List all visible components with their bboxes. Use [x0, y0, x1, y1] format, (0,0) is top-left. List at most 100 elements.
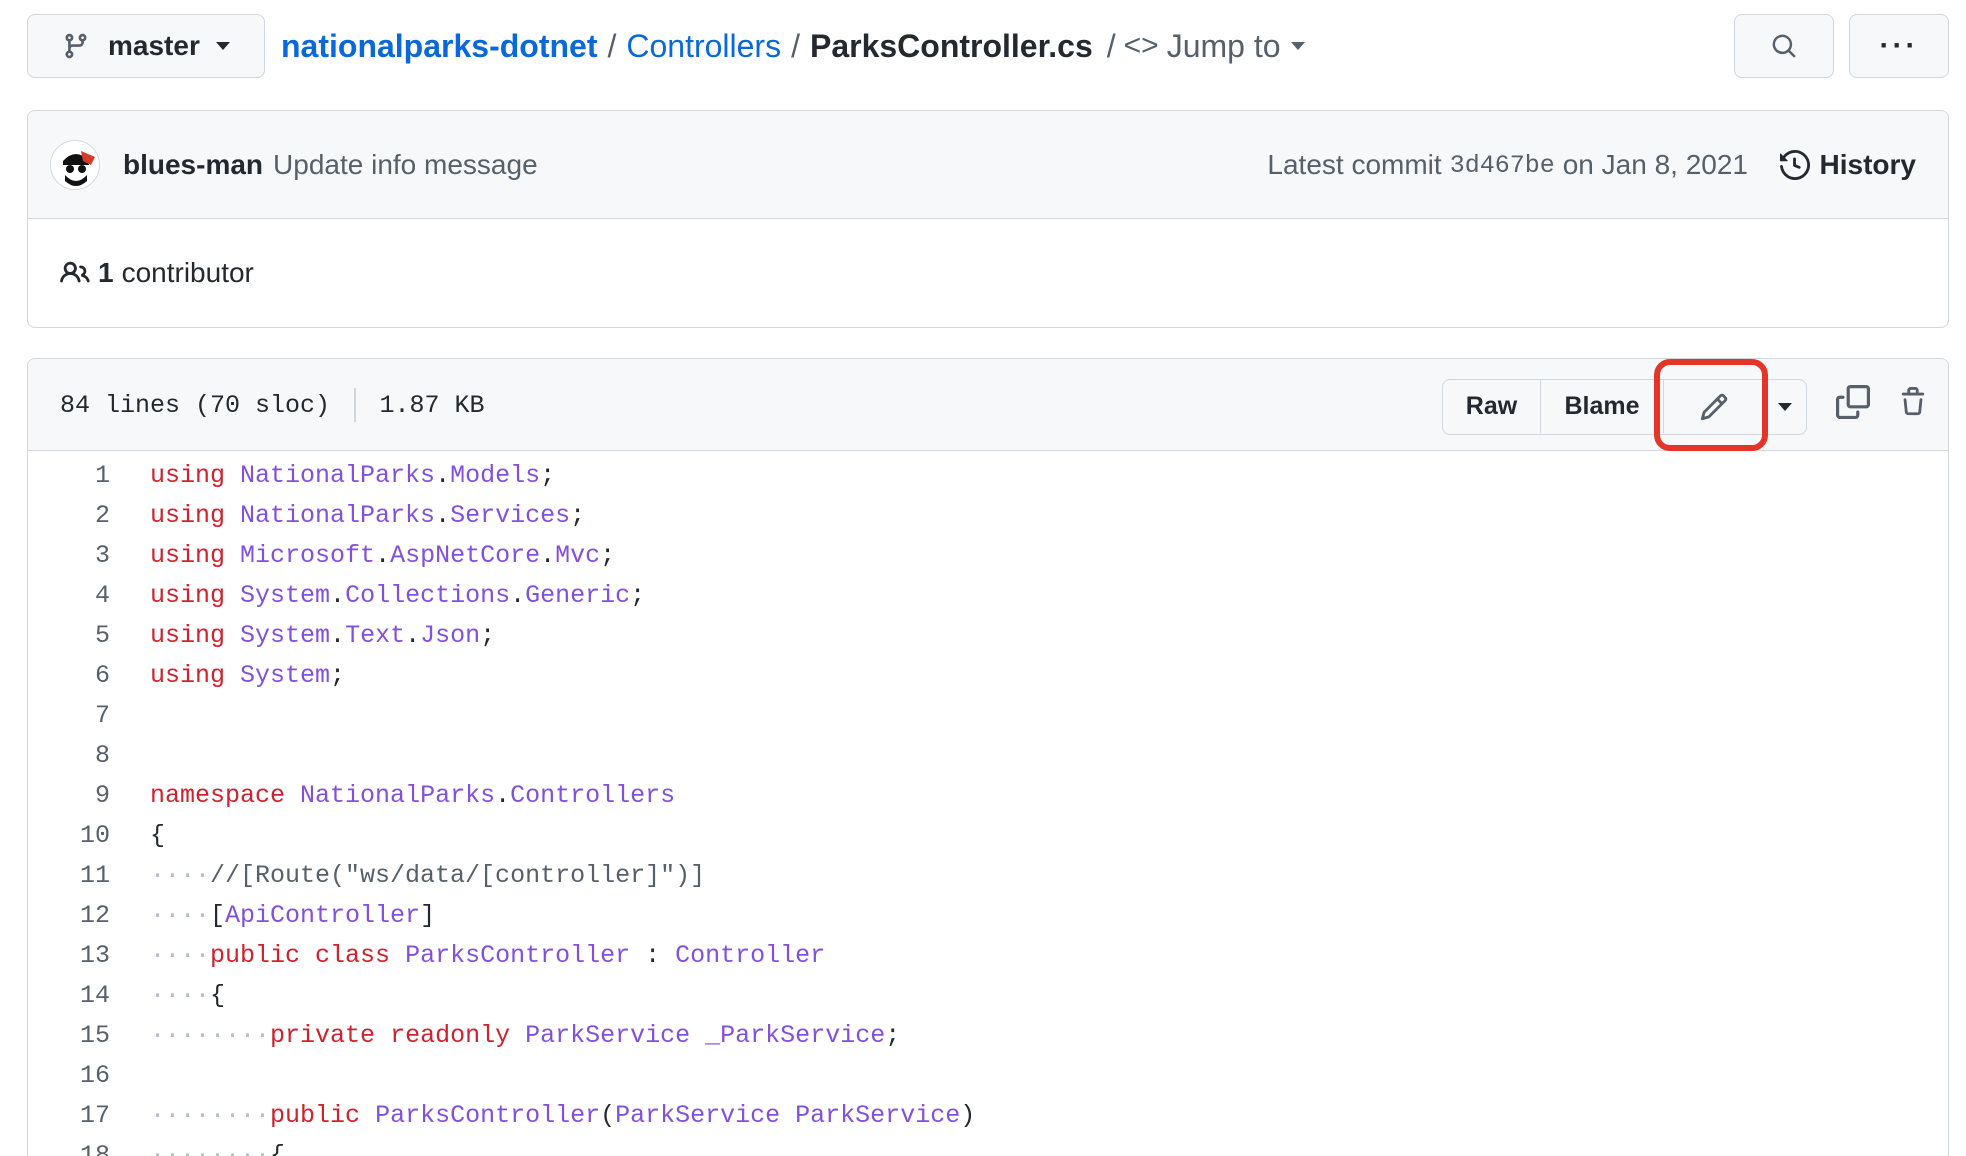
line-number[interactable]: 11: [28, 861, 110, 890]
line-content: using System.Text.Json;: [110, 621, 495, 650]
code-token: [: [210, 900, 226, 930]
code-token: ····: [150, 940, 211, 970]
latest-commit-label: Latest commit: [1267, 149, 1442, 180]
code-line: 14 ····{: [28, 975, 1948, 1015]
code-token: .: [435, 460, 451, 490]
branch-selector-button[interactable]: master: [27, 14, 265, 78]
raw-button[interactable]: Raw: [1443, 380, 1541, 433]
code-token: ;: [570, 500, 586, 530]
code-token: using: [150, 540, 226, 570]
jump-to-button[interactable]: <> Jump to: [1124, 28, 1305, 65]
code-token: ····: [150, 900, 211, 930]
kebab-horizontal-icon: ···: [1879, 29, 1919, 62]
line-content: {: [110, 821, 165, 850]
avatar[interactable]: [50, 139, 100, 190]
file-header: 84 lines (70 sloc) 1.87 KB Raw Blame: [28, 359, 1948, 451]
line-number[interactable]: 4: [28, 581, 110, 610]
commit-author-link[interactable]: blues-man: [123, 149, 263, 181]
code-token: {: [150, 820, 166, 850]
code-token: ParkService: [795, 1100, 961, 1130]
code-token: ········: [150, 1100, 271, 1130]
code-token: ;: [330, 660, 346, 690]
code-token: using: [150, 660, 226, 690]
line-number[interactable]: 6: [28, 661, 110, 690]
code-line: 16: [28, 1055, 1948, 1095]
code-token: Services: [450, 500, 571, 530]
people-icon: [60, 261, 90, 283]
code-line: 15 ········private readonly ParkService _…: [28, 1015, 1948, 1055]
code-token: System: [240, 580, 331, 610]
code-token: AspNetCore: [390, 540, 541, 570]
code-token: ApiController: [225, 900, 421, 930]
edit-options-dropdown[interactable]: [1764, 380, 1806, 433]
commit-sha-link[interactable]: 3d467be: [1450, 151, 1555, 180]
breadcrumb-folder-link[interactable]: Controllers: [626, 28, 781, 65]
code-token: NationalParks: [240, 460, 436, 490]
trash-icon[interactable]: [1898, 385, 1928, 419]
breadcrumb-repo-link[interactable]: nationalparks-dotnet: [281, 28, 597, 65]
code-token: ;: [480, 620, 496, 650]
line-content: ····//[Route("ws/data/[controller]")]: [110, 861, 705, 890]
commit-info-box: blues-man Update info message Latest com…: [27, 110, 1949, 328]
line-number[interactable]: 16: [28, 1061, 110, 1090]
code-view: 1 using NationalParks.Models; 2 using Natio…: [28, 451, 1948, 1156]
line-number[interactable]: 5: [28, 621, 110, 650]
author-avatar-icon: [51, 140, 99, 189]
edit-file-button[interactable]: [1664, 380, 1764, 433]
line-number[interactable]: 3: [28, 541, 110, 570]
file-line-count: 84 lines (70 sloc): [60, 390, 331, 420]
line-number[interactable]: 15: [28, 1021, 110, 1050]
line-number[interactable]: 1: [28, 461, 110, 490]
chevron-down-icon: [215, 42, 230, 50]
line-number[interactable]: 17: [28, 1101, 110, 1130]
code-token: ········: [150, 1020, 271, 1050]
code-token: {: [210, 980, 226, 1010]
breadcrumb: nationalparks-dotnet / Controllers / Par…: [281, 14, 1305, 78]
blame-button[interactable]: Blame: [1541, 380, 1664, 433]
copy-icon[interactable]: [1836, 385, 1870, 419]
code-line: 4 using System.Collections.Generic;: [28, 575, 1948, 615]
commit-message-link[interactable]: Update info message: [273, 149, 538, 181]
history-button[interactable]: History: [1779, 111, 1916, 219]
line-number[interactable]: 2: [28, 501, 110, 530]
line-content: ········{: [110, 1141, 285, 1156]
contributors-row[interactable]: 1 contributor: [28, 219, 1948, 327]
line-number[interactable]: 9: [28, 781, 110, 810]
line-content: ········public ParksController(ParkServi…: [110, 1101, 975, 1130]
code-line: 18 ········{: [28, 1135, 1948, 1156]
chevron-down-icon: [1290, 42, 1305, 50]
line-number[interactable]: 18: [28, 1141, 110, 1156]
code-token: using: [150, 500, 226, 530]
code-token: Text: [345, 620, 406, 650]
more-options-button[interactable]: ···: [1849, 14, 1949, 78]
line-number[interactable]: 12: [28, 901, 110, 930]
search-button[interactable]: [1734, 14, 1834, 78]
code-token: .: [540, 540, 556, 570]
line-content: ····{: [110, 981, 225, 1010]
code-token: System: [240, 620, 331, 650]
code-token: ParksController: [375, 1100, 601, 1130]
code-token: ········: [150, 1140, 271, 1156]
line-number[interactable]: 7: [28, 701, 110, 730]
line-number[interactable]: 14: [28, 981, 110, 1010]
line-number[interactable]: 13: [28, 941, 110, 970]
code-token: ····: [150, 860, 211, 890]
line-number[interactable]: 10: [28, 821, 110, 850]
code-token: Json: [420, 620, 481, 650]
contributor-count: 1: [98, 257, 114, 288]
code-token: .: [330, 620, 346, 650]
code-line: 5 using System.Text.Json;: [28, 615, 1948, 655]
line-number[interactable]: 8: [28, 741, 110, 770]
code-line: 7: [28, 695, 1948, 735]
code-token: using: [150, 580, 226, 610]
code-token: :: [630, 940, 676, 970]
file-size: 1.87 KB: [379, 390, 485, 420]
line-content: using Microsoft.AspNetCore.Mvc;: [110, 541, 615, 570]
code-line: 8: [28, 735, 1948, 775]
code-token: readonly: [390, 1020, 511, 1050]
